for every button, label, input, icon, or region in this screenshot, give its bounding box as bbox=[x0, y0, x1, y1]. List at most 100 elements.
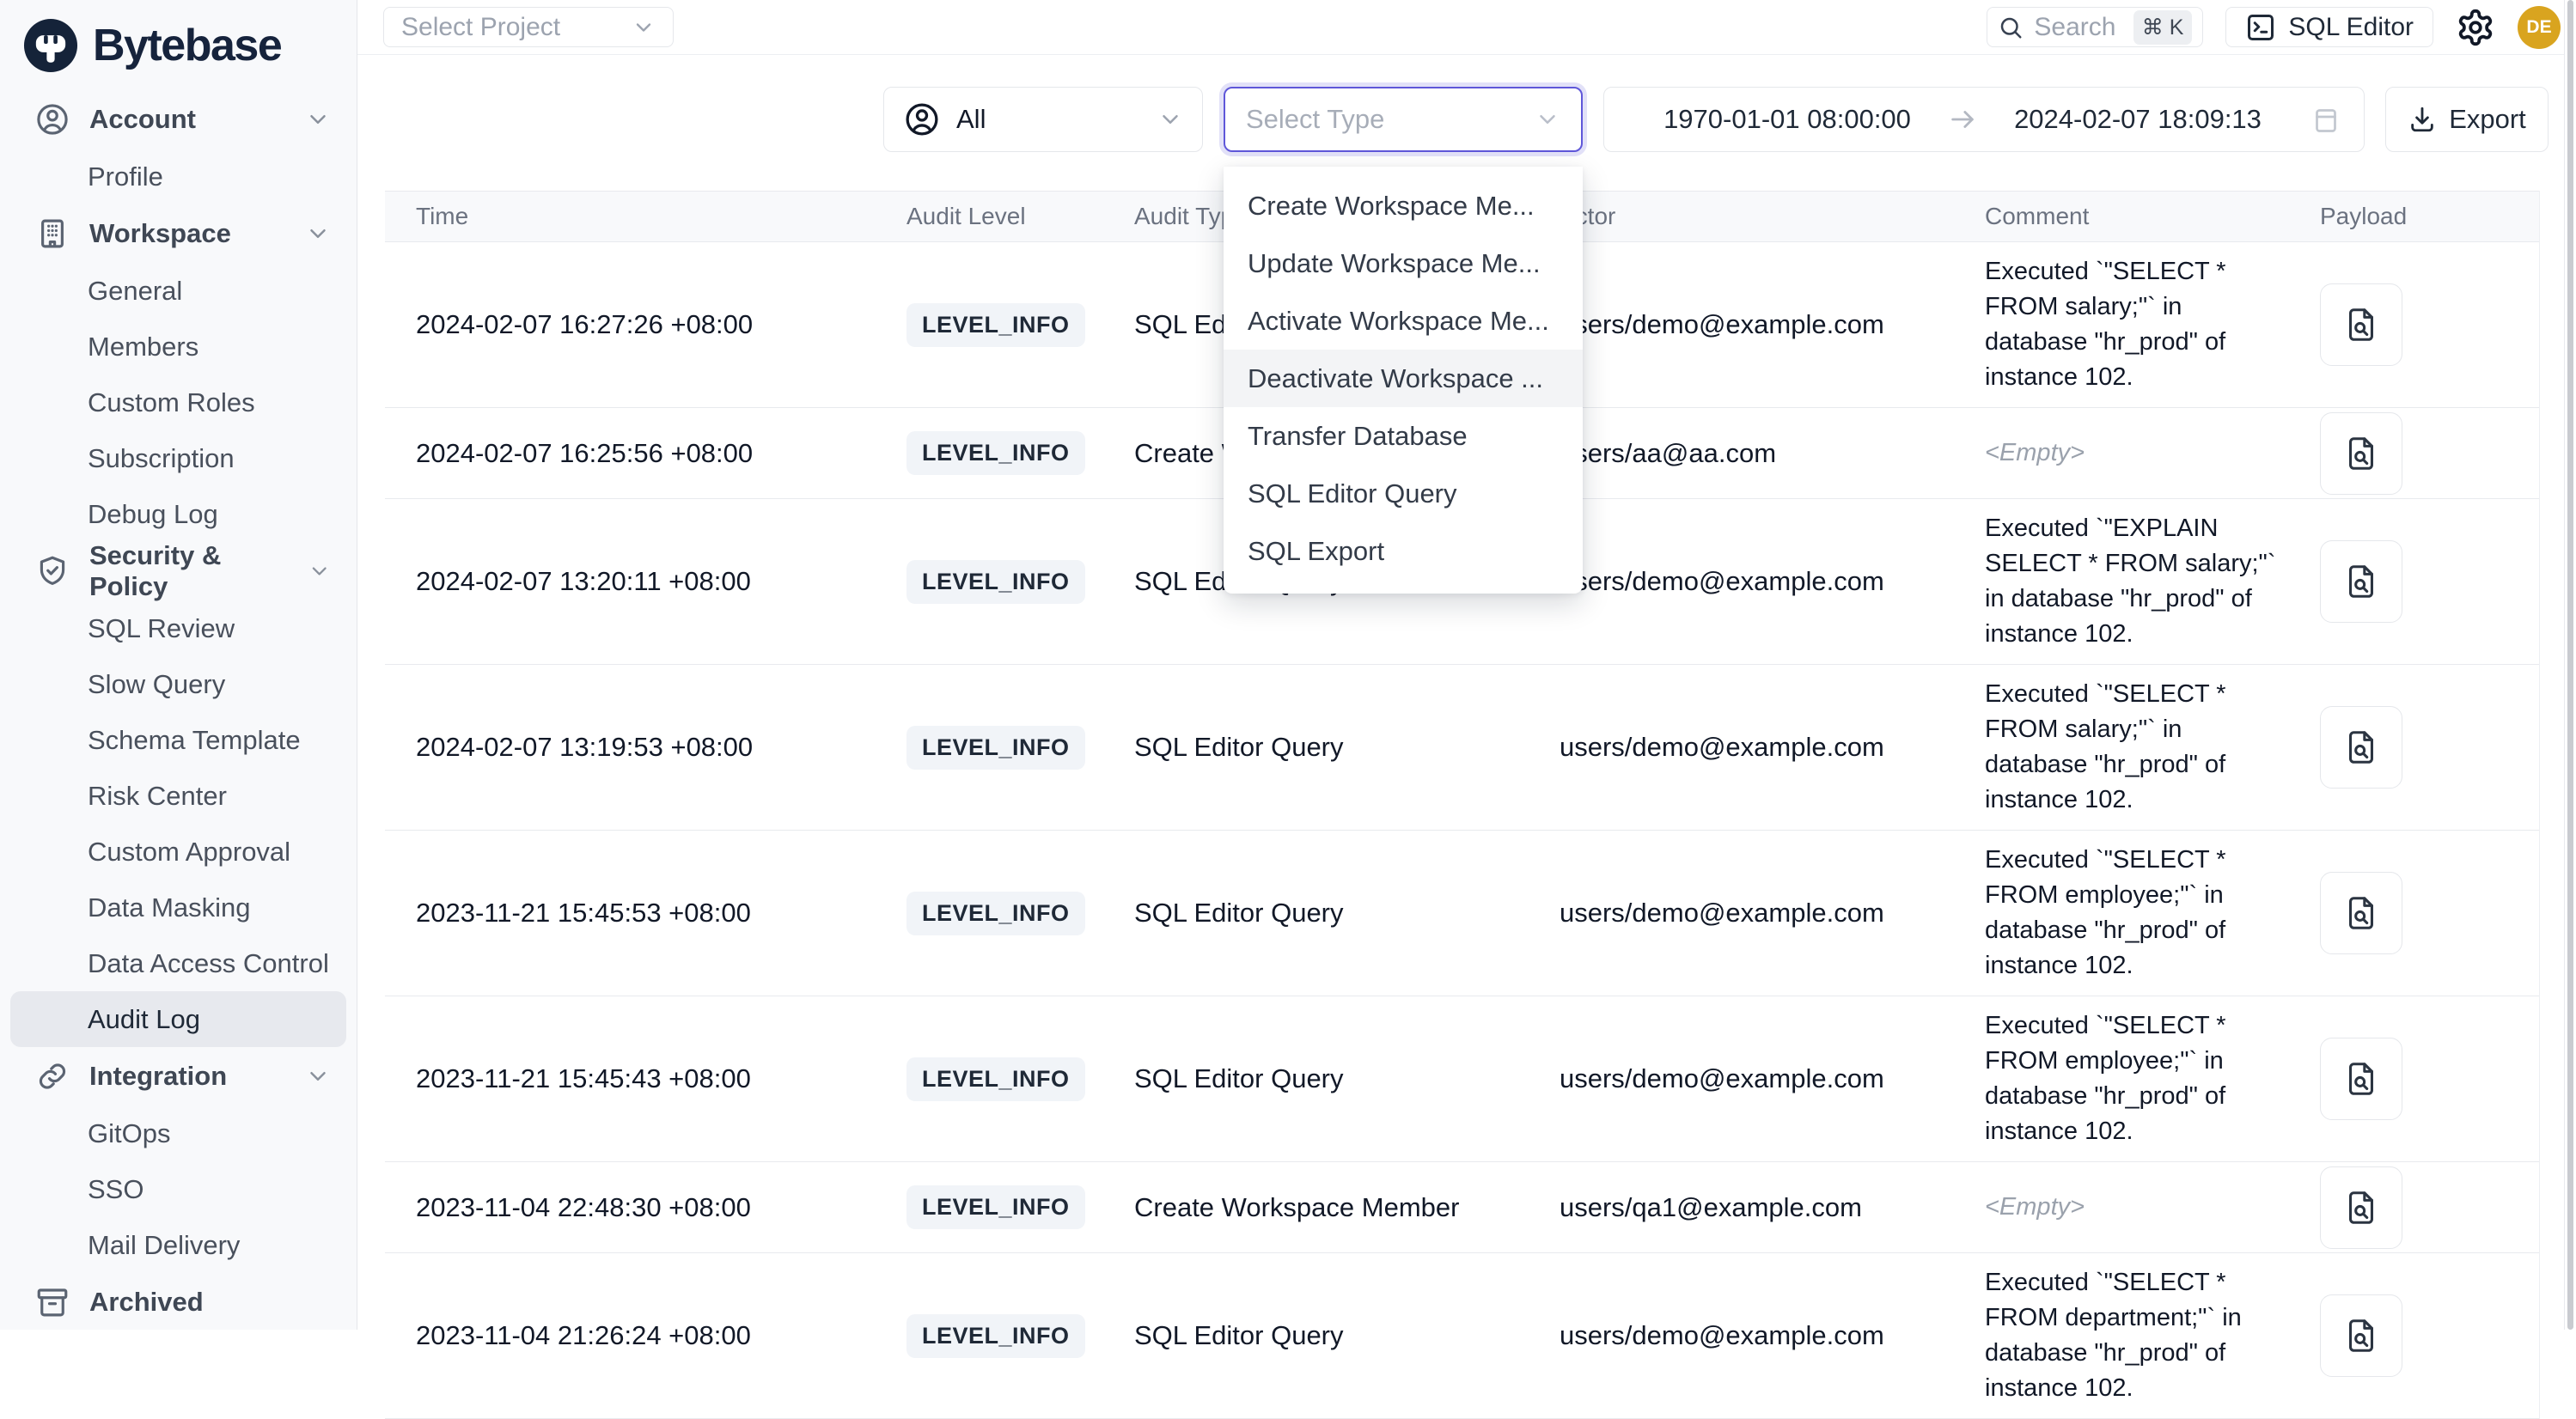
cell-audit-type: Create Workspace Member bbox=[1134, 1192, 1560, 1223]
cell-audit-type: SQL Editor Query bbox=[1134, 1063, 1560, 1094]
sidebar-item-risk-center[interactable]: Risk Center bbox=[0, 768, 357, 824]
sidebar-section-security-policy[interactable]: Security & Policy bbox=[0, 542, 357, 600]
view-payload-button[interactable] bbox=[2320, 1166, 2402, 1249]
sidebar-item-custom-roles[interactable]: Custom Roles bbox=[0, 375, 357, 430]
sidebar-item-custom-approval[interactable]: Custom Approval bbox=[0, 824, 357, 880]
dropdown-option-sql-editor-query[interactable]: SQL Editor Query bbox=[1224, 465, 1583, 522]
search-shortcut-badge: ⌘ K bbox=[2133, 10, 2193, 45]
topbar: Select Project Search ⌘ K SQL Editor DE bbox=[357, 0, 2576, 55]
dropdown-option-update-workspace-me[interactable]: Update Workspace Me... bbox=[1224, 234, 1583, 292]
cell-audit-level: LEVEL_INFO bbox=[906, 1057, 1134, 1101]
sidebar-section-label: Integration bbox=[89, 1061, 227, 1092]
archive-icon bbox=[34, 1284, 70, 1320]
actor-filter-select[interactable]: All bbox=[883, 87, 1203, 152]
column-header-comment: Comment bbox=[1985, 203, 2320, 230]
project-select[interactable]: Select Project bbox=[383, 7, 674, 47]
sidebar-section-account[interactable]: Account bbox=[0, 90, 357, 149]
user-circle-icon bbox=[34, 101, 70, 137]
sidebar-item-audit-log[interactable]: Audit Log bbox=[10, 991, 346, 1047]
cell-audit-type: SQL Editor Query bbox=[1134, 1320, 1560, 1351]
cell-actor: users/demo@example.com bbox=[1560, 732, 1985, 763]
gear-icon[interactable] bbox=[2456, 8, 2495, 47]
chevron-down-icon bbox=[305, 1063, 331, 1089]
cell-comment: Executed `"SELECT * FROM department;"` i… bbox=[1985, 1265, 2320, 1406]
chevron-down-icon bbox=[308, 558, 331, 584]
sidebar-item-mail-delivery[interactable]: Mail Delivery bbox=[0, 1217, 357, 1273]
cell-actor: users/qa1@example.com bbox=[1560, 1192, 1985, 1223]
view-payload-button[interactable] bbox=[2320, 706, 2402, 789]
date-from-value[interactable]: 1970-01-01 08:00:00 bbox=[1627, 104, 1948, 135]
dropdown-option-activate-workspace-me[interactable]: Activate Workspace Me... bbox=[1224, 292, 1583, 350]
search-icon bbox=[1998, 15, 2024, 40]
sidebar-item-data-access-control[interactable]: Data Access Control bbox=[0, 935, 357, 991]
view-payload-button[interactable] bbox=[2320, 1038, 2402, 1120]
cell-comment: <Empty> bbox=[1985, 435, 2320, 471]
export-button[interactable]: Export bbox=[2385, 87, 2549, 152]
sidebar-item-subscription[interactable]: Subscription bbox=[0, 430, 357, 486]
sidebar-item-profile[interactable]: Profile bbox=[0, 149, 357, 204]
view-payload-button[interactable] bbox=[2320, 412, 2402, 495]
bytebase-logo[interactable]: Bytebase bbox=[0, 0, 357, 90]
sidebar-item-general[interactable]: General bbox=[0, 263, 357, 319]
search-input[interactable]: Search ⌘ K bbox=[1987, 7, 2203, 47]
scrollbar-thumb[interactable] bbox=[2567, 0, 2573, 1330]
sidebar-item-gitops[interactable]: GitOps bbox=[0, 1105, 357, 1161]
view-payload-button[interactable] bbox=[2320, 540, 2402, 623]
file-search-icon bbox=[2341, 728, 2381, 767]
sidebar-item-debug-log[interactable]: Debug Log bbox=[0, 486, 357, 542]
view-payload-button[interactable] bbox=[2320, 283, 2402, 366]
sidebar-item-slow-query[interactable]: Slow Query bbox=[0, 656, 357, 712]
bytebase-logo-icon bbox=[22, 17, 79, 74]
sql-editor-button[interactable]: SQL Editor bbox=[2225, 7, 2433, 47]
cell-audit-level: LEVEL_INFO bbox=[906, 1185, 1134, 1229]
view-payload-button[interactable] bbox=[2320, 1294, 2402, 1377]
dropdown-option-create-workspace-me[interactable]: Create Workspace Me... bbox=[1224, 177, 1583, 234]
logo-text: Bytebase bbox=[93, 20, 281, 71]
sidebar-item-data-masking[interactable]: Data Masking bbox=[0, 880, 357, 935]
sidebar-section-archived[interactable]: Archived bbox=[0, 1273, 357, 1331]
cell-audit-type: SQL Editor Query bbox=[1134, 898, 1560, 929]
cell-payload bbox=[2320, 1294, 2539, 1377]
dropdown-option-deactivate-workspace[interactable]: Deactivate Workspace ... bbox=[1224, 350, 1583, 407]
chevron-down-icon bbox=[632, 15, 656, 40]
terminal-icon bbox=[2245, 12, 2276, 43]
sidebar-section-workspace[interactable]: Workspace bbox=[0, 204, 357, 263]
table-row: 2023-11-21 15:45:53 +08:00LEVEL_INFOSQL … bbox=[385, 831, 2539, 996]
file-search-icon bbox=[2341, 1316, 2381, 1355]
arrow-right-icon bbox=[1948, 105, 1977, 134]
sidebar-section-integration[interactable]: Integration bbox=[0, 1047, 357, 1105]
date-to-value[interactable]: 2024-02-07 18:09:13 bbox=[1977, 104, 2298, 135]
dropdown-option-transfer-database[interactable]: Transfer Database bbox=[1224, 407, 1583, 465]
type-filter-dropdown: Create Workspace Me...Update Workspace M… bbox=[1224, 167, 1583, 594]
file-search-icon bbox=[2341, 562, 2381, 601]
view-payload-button[interactable] bbox=[2320, 872, 2402, 954]
cell-audit-level: LEVEL_INFO bbox=[906, 431, 1134, 475]
type-filter-select[interactable]: Select Type bbox=[1224, 87, 1583, 152]
sidebar-item-sso[interactable]: SSO bbox=[0, 1161, 357, 1217]
dropdown-option-sql-export[interactable]: SQL Export bbox=[1224, 522, 1583, 580]
level-badge: LEVEL_INFO bbox=[906, 1314, 1085, 1358]
cell-audit-level: LEVEL_INFO bbox=[906, 726, 1134, 770]
cell-audit-type: SQL Editor Query bbox=[1134, 732, 1560, 763]
cell-audit-level: LEVEL_INFO bbox=[906, 892, 1134, 935]
chevron-down-icon bbox=[1157, 107, 1183, 132]
chevron-down-icon bbox=[305, 221, 331, 247]
sidebar-item-schema-template[interactable]: Schema Template bbox=[0, 712, 357, 768]
cell-audit-level: LEVEL_INFO bbox=[906, 303, 1134, 347]
sidebar-item-sql-review[interactable]: SQL Review bbox=[0, 600, 357, 656]
user-circle-icon bbox=[903, 100, 941, 138]
level-badge: LEVEL_INFO bbox=[906, 431, 1085, 475]
vertical-scrollbar[interactable] bbox=[2564, 0, 2576, 1330]
sidebar-item-members[interactable]: Members bbox=[0, 319, 357, 375]
cell-audit-level: LEVEL_INFO bbox=[906, 1314, 1134, 1358]
cell-time: 2024-02-07 13:19:53 +08:00 bbox=[385, 732, 906, 763]
chevron-down-icon bbox=[1535, 107, 1560, 132]
cell-comment: Executed `"EXPLAIN SELECT * FROM salary;… bbox=[1985, 511, 2320, 652]
table-row: 2023-11-21 15:45:43 +08:00LEVEL_INFOSQL … bbox=[385, 996, 2539, 1162]
cell-payload bbox=[2320, 412, 2539, 495]
date-range-picker[interactable]: 1970-01-01 08:00:00 2024-02-07 18:09:13 bbox=[1603, 87, 2365, 152]
cell-actor: users/demo@example.com bbox=[1560, 898, 1985, 929]
level-badge: LEVEL_INFO bbox=[906, 1057, 1085, 1101]
cell-time: 2023-11-04 22:48:30 +08:00 bbox=[385, 1192, 906, 1223]
avatar[interactable]: DE bbox=[2518, 6, 2561, 49]
